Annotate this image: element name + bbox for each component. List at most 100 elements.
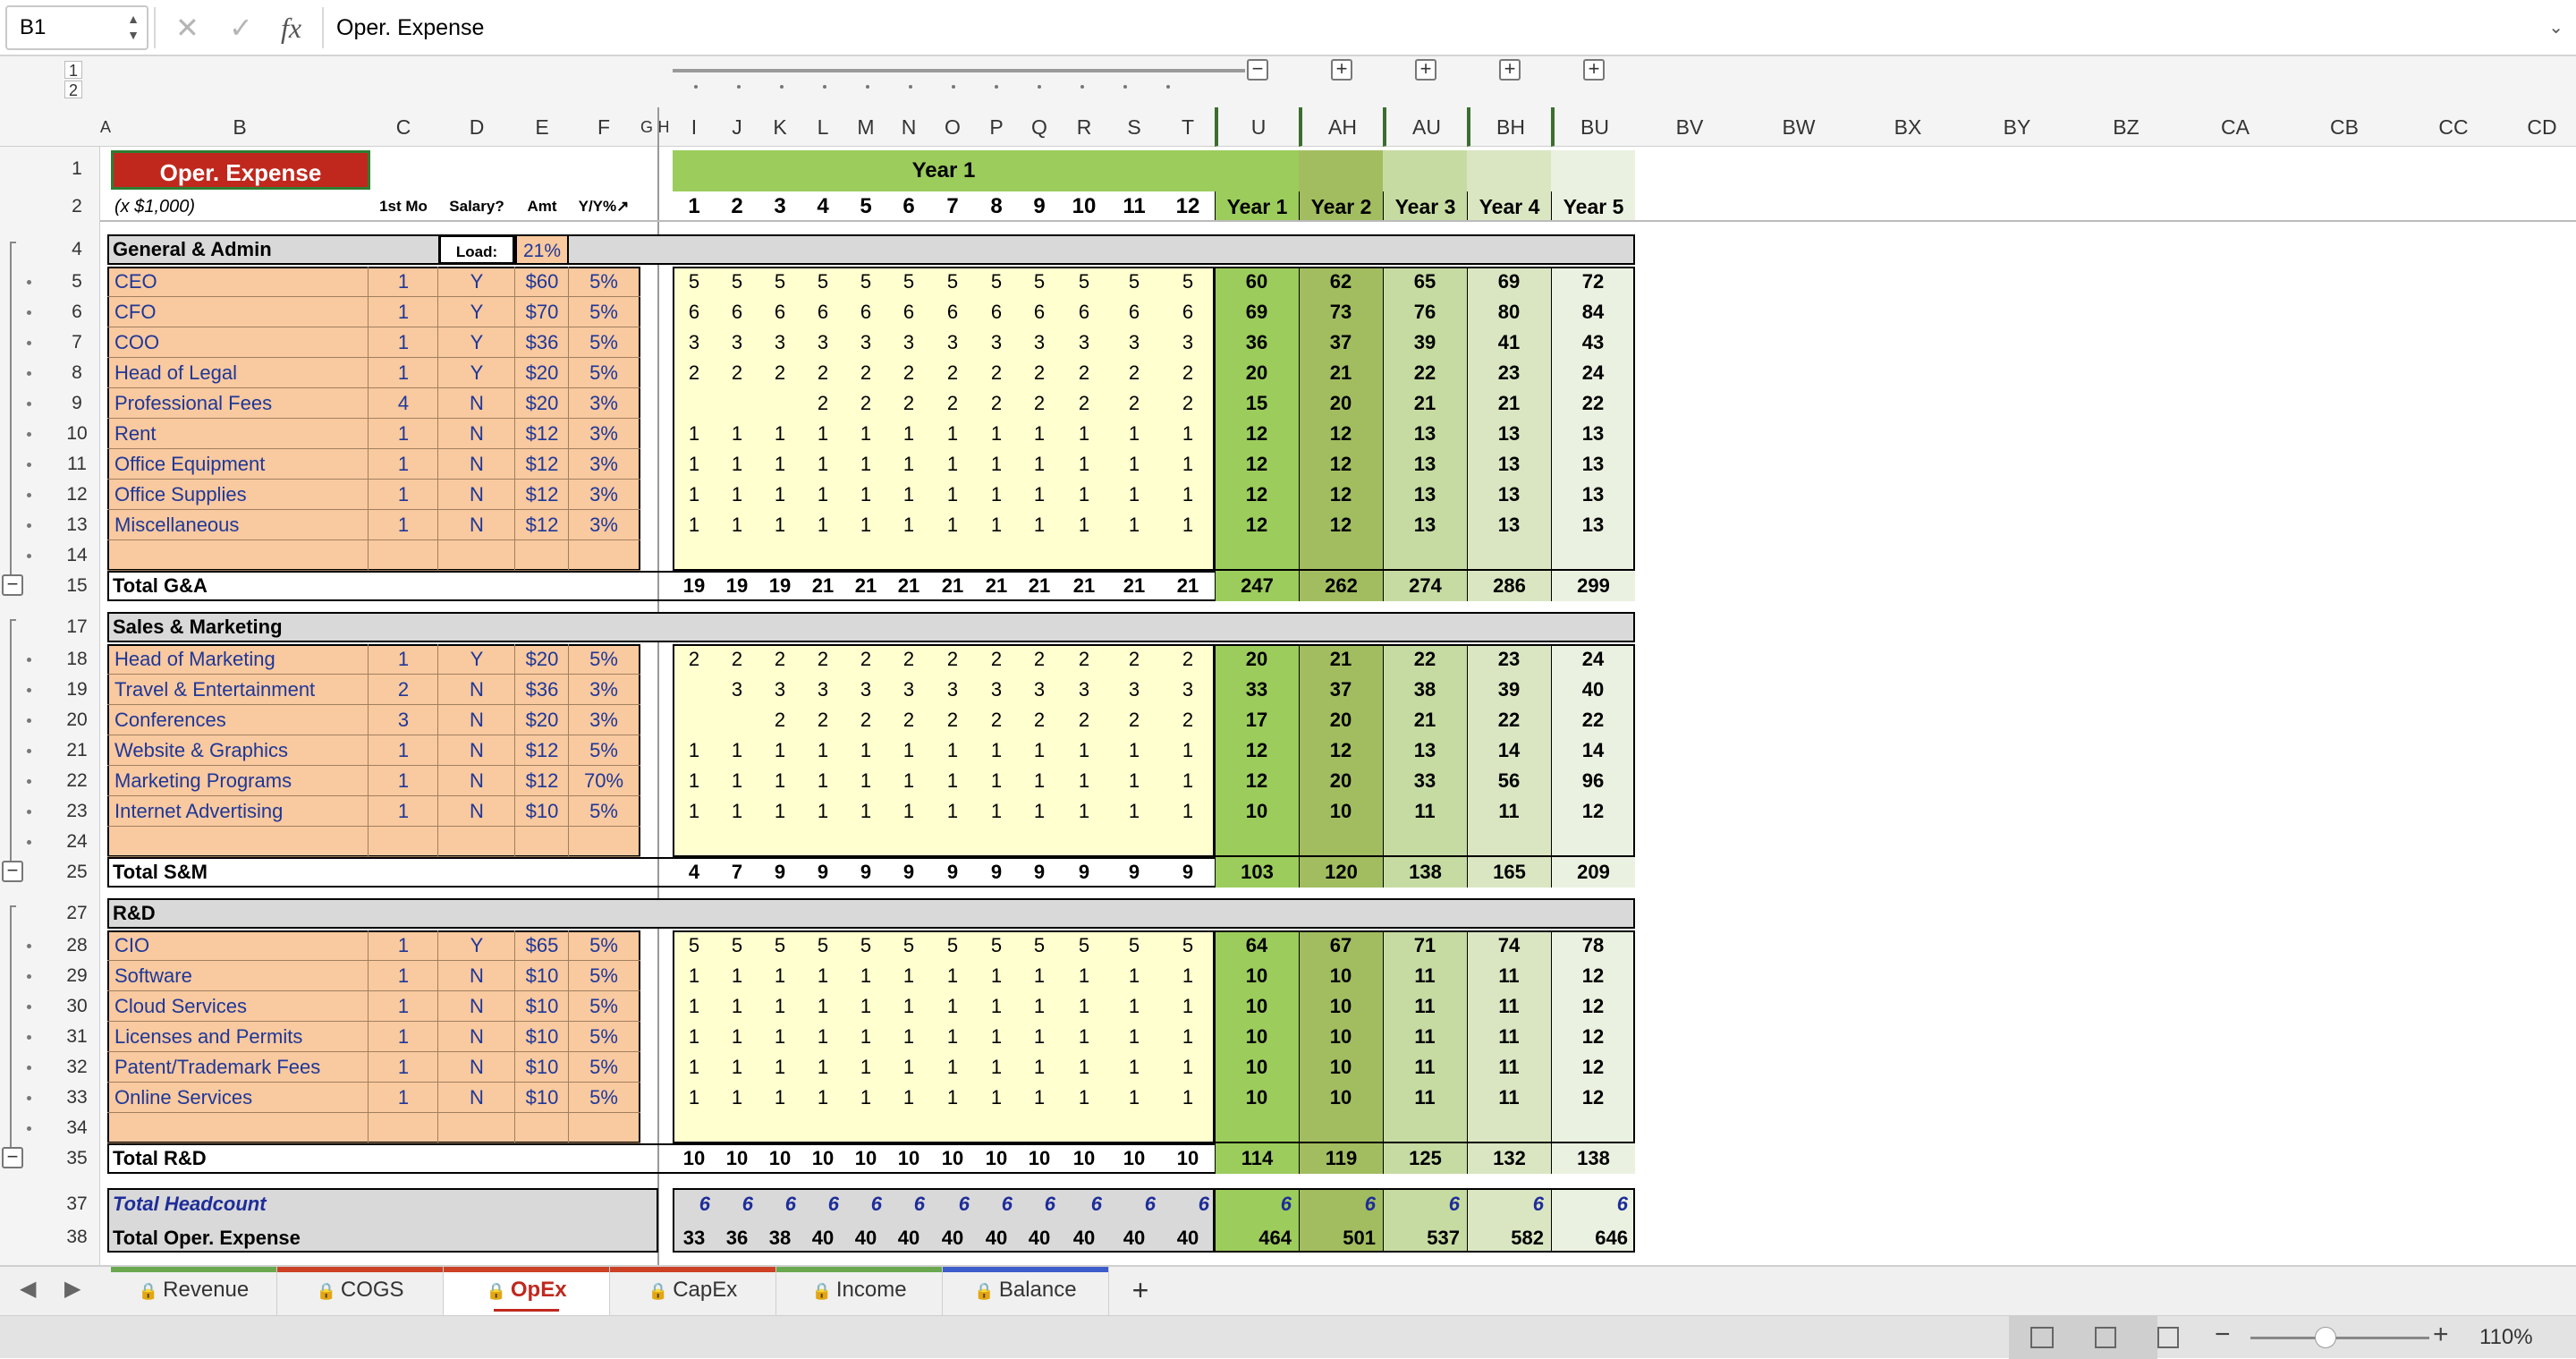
- monthly-value[interactable]: 3: [930, 327, 975, 358]
- year-1-value[interactable]: 12: [1215, 480, 1299, 510]
- monthly-value[interactable]: 2: [716, 358, 758, 388]
- year-3-value[interactable]: 11: [1383, 1052, 1467, 1083]
- monthly-value[interactable]: 1: [716, 449, 758, 480]
- growth-rate[interactable]: 5%: [569, 1083, 639, 1113]
- monthly-value[interactable]: 1: [801, 510, 844, 540]
- total-monthly-value[interactable]: 9: [930, 857, 975, 888]
- column-header-q[interactable]: Q: [1018, 107, 1061, 147]
- year-4-value[interactable]: 11: [1467, 796, 1551, 827]
- year-2-value[interactable]: 73: [1299, 297, 1383, 327]
- total-monthly-value[interactable]: 10: [1161, 1143, 1215, 1174]
- monthly-value[interactable]: [673, 388, 716, 419]
- monthly-value[interactable]: 1: [1107, 1022, 1161, 1052]
- line-item-label[interactable]: Conferences: [111, 705, 369, 735]
- growth-rate[interactable]: 3%: [569, 388, 639, 419]
- year-1-value[interactable]: 10: [1215, 1083, 1299, 1113]
- monthly-value[interactable]: 1: [1161, 510, 1215, 540]
- total-monthly-value[interactable]: 9: [975, 857, 1018, 888]
- year-2-value[interactable]: 21: [1299, 358, 1383, 388]
- first-month-value[interactable]: 1: [369, 1083, 438, 1113]
- year-1-value[interactable]: 36: [1215, 327, 1299, 358]
- add-sheet-button[interactable]: +: [1118, 1267, 1163, 1317]
- total-monthly-value[interactable]: 10: [801, 1143, 844, 1174]
- monthly-value[interactable]: 2: [844, 358, 887, 388]
- amount-value[interactable]: $10: [515, 961, 569, 991]
- salary-flag[interactable]: N: [438, 1022, 515, 1052]
- line-item-label[interactable]: CFO: [111, 297, 369, 327]
- monthly-value[interactable]: 1: [887, 1052, 930, 1083]
- total-year-4[interactable]: 286: [1467, 571, 1551, 601]
- monthly-value[interactable]: 1: [1018, 796, 1061, 827]
- growth-rate[interactable]: 5%: [569, 961, 639, 991]
- monthly-value[interactable]: 1: [1061, 796, 1107, 827]
- column-header-j[interactable]: J: [716, 107, 758, 147]
- headcount-monthly[interactable]: 6: [975, 1188, 1018, 1220]
- monthly-value[interactable]: 2: [1161, 358, 1215, 388]
- monthly-value[interactable]: 1: [716, 480, 758, 510]
- monthly-value[interactable]: 6: [758, 297, 801, 327]
- monthly-value[interactable]: 3: [716, 327, 758, 358]
- monthly-value[interactable]: 1: [844, 480, 887, 510]
- monthly-value[interactable]: 1: [758, 991, 801, 1022]
- monthly-value[interactable]: 1: [1107, 735, 1161, 766]
- year-2-value[interactable]: 12: [1299, 480, 1383, 510]
- amount-value[interactable]: $12: [515, 766, 569, 796]
- column-header-bw[interactable]: BW: [1744, 107, 1853, 147]
- column-header-cd[interactable]: CD: [2508, 107, 2576, 147]
- year-1-value[interactable]: 69: [1215, 297, 1299, 327]
- year-4-value[interactable]: 11: [1467, 1022, 1551, 1052]
- monthly-value[interactable]: 1: [758, 419, 801, 449]
- monthly-value[interactable]: 2: [716, 644, 758, 675]
- monthly-value[interactable]: 1: [1161, 449, 1215, 480]
- monthly-value[interactable]: 6: [844, 297, 887, 327]
- amount-value[interactable]: $12: [515, 735, 569, 766]
- year-5-value[interactable]: 13: [1551, 480, 1635, 510]
- year-4-value[interactable]: 23: [1467, 358, 1551, 388]
- monthly-value[interactable]: 1: [1018, 1052, 1061, 1083]
- year-5-value[interactable]: 22: [1551, 705, 1635, 735]
- monthly-value[interactable]: 1: [673, 1052, 716, 1083]
- column-header-s[interactable]: S: [1107, 107, 1161, 147]
- year-3-value[interactable]: 22: [1383, 358, 1467, 388]
- year-5-value[interactable]: 72: [1551, 267, 1635, 297]
- total-monthly-value[interactable]: 21: [887, 571, 930, 601]
- year-5-value[interactable]: 12: [1551, 991, 1635, 1022]
- monthly-value[interactable]: 1: [975, 961, 1018, 991]
- line-item-label[interactable]: CIO: [111, 930, 369, 961]
- line-item-label[interactable]: Internet Advertising: [111, 796, 369, 827]
- row-header-18[interactable]: 18: [54, 644, 100, 675]
- monthly-value[interactable]: 1: [673, 796, 716, 827]
- total-year-2[interactable]: 119: [1299, 1143, 1383, 1174]
- row-header-20[interactable]: 20: [54, 705, 100, 735]
- monthly-value[interactable]: 1: [801, 796, 844, 827]
- monthly-value[interactable]: 1: [887, 449, 930, 480]
- column-header-r[interactable]: R: [1061, 107, 1107, 147]
- monthly-value[interactable]: 1: [930, 766, 975, 796]
- column-header-cc[interactable]: CC: [2399, 107, 2508, 147]
- amount-value[interactable]: $12: [515, 419, 569, 449]
- monthly-value[interactable]: 1: [887, 796, 930, 827]
- monthly-value[interactable]: 2: [1161, 388, 1215, 419]
- year-3-value[interactable]: 11: [1383, 796, 1467, 827]
- name-box[interactable]: B1 ▲ ▼: [5, 5, 148, 50]
- year-4-value[interactable]: 56: [1467, 766, 1551, 796]
- headcount-monthly[interactable]: 6: [758, 1188, 801, 1220]
- line-item-label[interactable]: Licenses and Permits: [111, 1022, 369, 1052]
- year-5-value[interactable]: 24: [1551, 644, 1635, 675]
- year-1-value[interactable]: 12: [1215, 419, 1299, 449]
- monthly-value[interactable]: 5: [716, 267, 758, 297]
- monthly-value[interactable]: 6: [673, 297, 716, 327]
- monthly-value[interactable]: 1: [887, 991, 930, 1022]
- growth-rate[interactable]: 3%: [569, 449, 639, 480]
- monthly-value[interactable]: 6: [1061, 297, 1107, 327]
- year-2-value[interactable]: 20: [1299, 705, 1383, 735]
- monthly-value[interactable]: 1: [1107, 449, 1161, 480]
- monthly-value[interactable]: 1: [1018, 991, 1061, 1022]
- year-3-value[interactable]: 21: [1383, 705, 1467, 735]
- headcount-monthly[interactable]: 6: [1018, 1188, 1061, 1220]
- monthly-value[interactable]: 1: [930, 991, 975, 1022]
- growth-rate[interactable]: 70%: [569, 766, 639, 796]
- monthly-value[interactable]: 5: [930, 930, 975, 961]
- growth-rate[interactable]: 3%: [569, 510, 639, 540]
- total-opex-monthly[interactable]: 40: [844, 1222, 887, 1254]
